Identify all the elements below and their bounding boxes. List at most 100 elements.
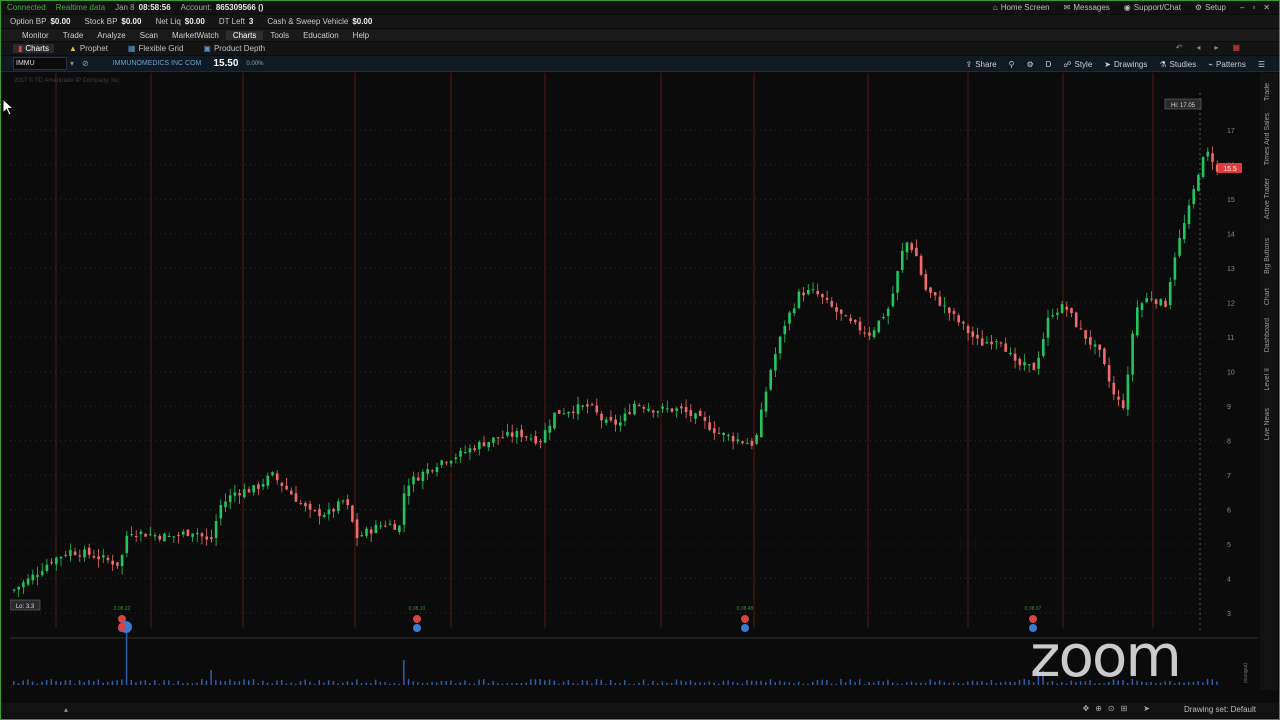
volume-bar[interactable] [107,681,109,685]
candle-body[interactable] [97,556,100,560]
volume-bar[interactable] [953,682,955,685]
volume-bar[interactable] [671,683,673,685]
volume-bar[interactable] [530,679,532,685]
fit-icon[interactable]: ⊞ [1121,704,1128,713]
candle-body[interactable] [191,533,194,537]
volume-bar[interactable] [647,683,650,685]
volume-bar[interactable] [403,660,405,685]
candle-body[interactable] [1018,358,1022,366]
candle-body[interactable] [224,501,227,508]
volume-bar[interactable] [501,683,504,685]
candle-body[interactable] [886,308,890,316]
candle-body[interactable] [736,439,740,442]
volume-bar[interactable] [139,680,142,685]
volume-bar[interactable] [1192,682,1195,685]
style-button[interactable]: ☍ Style [1063,60,1092,69]
volume-bar[interactable] [656,683,659,685]
volume-bar[interactable] [1004,681,1007,685]
candle-body[interactable] [684,407,688,413]
volume-bar[interactable] [718,683,720,685]
volume-bar[interactable] [224,681,227,685]
volume-bar[interactable] [844,682,847,685]
candle-body[interactable] [1046,317,1050,338]
candle-body[interactable] [416,477,420,481]
volume-bar[interactable] [544,680,546,685]
volume-bar[interactable] [1202,682,1204,685]
zoom-icon[interactable]: ⊙ [1108,704,1115,713]
share-button[interactable]: ⇪ Share [966,60,997,69]
volume-bar[interactable] [243,679,245,685]
candle-body[interactable] [778,336,782,354]
candle-body[interactable] [1112,382,1116,395]
volume-bar[interactable] [342,682,344,685]
candle-body[interactable] [431,470,434,472]
candle-body[interactable] [952,311,956,314]
candle-body[interactable] [661,406,664,409]
volume-bar[interactable] [356,679,358,685]
candle-body[interactable] [924,273,928,290]
earnings-marker[interactable] [741,615,749,623]
volume-bar[interactable] [163,680,165,685]
volume-bar[interactable] [483,679,485,685]
candle-body[interactable] [384,525,387,527]
volume-bar[interactable] [548,679,551,685]
studies-button[interactable]: ⚗ Studies [1159,60,1196,69]
candle-body[interactable] [807,289,810,295]
volume-bar[interactable] [299,680,302,685]
volume-bar[interactable] [271,683,274,685]
volume-bar[interactable] [1211,679,1214,685]
candle-body[interactable] [139,531,143,535]
volume-bar[interactable] [332,681,335,685]
candle-body[interactable] [830,301,834,307]
volume-bar[interactable] [318,679,321,685]
dividend-marker[interactable] [741,624,749,632]
candle-body[interactable] [1098,344,1101,350]
crosshair-icon[interactable]: ⊕ [1095,704,1102,713]
candle-body[interactable] [50,562,53,564]
volume-bar[interactable] [370,683,372,685]
candle-body[interactable] [600,413,603,421]
candle-body[interactable] [130,534,133,536]
candle-body[interactable] [515,431,519,438]
volume-bar[interactable] [431,681,433,685]
tab-product-depth[interactable]: ▣ Product Depth [198,44,270,53]
volume-bar[interactable] [703,682,706,685]
candle-body[interactable] [1117,396,1120,400]
candle-body[interactable] [266,475,270,486]
volume-bar[interactable] [732,681,734,685]
candle-body[interactable] [200,533,204,537]
candle-body[interactable] [87,547,91,555]
candle-body[interactable] [962,321,965,324]
window-controls[interactable]: – ▫ ✕ [1240,3,1270,12]
volume-bar[interactable] [158,683,161,685]
volume-bar[interactable] [511,683,513,685]
candle-body[interactable] [163,533,166,542]
volume-bar[interactable] [708,681,711,685]
candle-body[interactable] [158,535,161,540]
candle-body[interactable] [933,292,937,296]
candle-body[interactable] [125,535,129,554]
volume-bar[interactable] [797,681,800,685]
candle-body[interactable] [995,341,998,343]
volume-bar[interactable] [191,683,194,685]
home-screen-link[interactable]: ⌂ Home Screen [993,3,1050,12]
volume-bar[interactable] [229,679,231,685]
candle-body[interactable] [816,290,819,295]
candle-body[interactable] [1009,352,1012,355]
tab-charts[interactable]: ▮ Charts [13,44,54,53]
volume-bar[interactable] [595,679,598,685]
volume-bar[interactable] [896,683,899,685]
volume-bar[interactable] [830,683,833,685]
candle-body[interactable] [271,472,274,476]
candle-body[interactable] [1013,353,1017,361]
candle-body[interactable] [116,562,119,566]
volume-bar[interactable] [295,683,297,685]
volume-bar[interactable] [812,681,814,685]
candle-body[interactable] [604,419,608,423]
candle-body[interactable] [318,509,321,517]
candle-body[interactable] [69,550,72,556]
volume-bar[interactable] [201,679,203,685]
candle-body[interactable] [708,422,711,430]
volume-bar[interactable] [586,680,588,685]
candle-body[interactable] [31,574,35,581]
